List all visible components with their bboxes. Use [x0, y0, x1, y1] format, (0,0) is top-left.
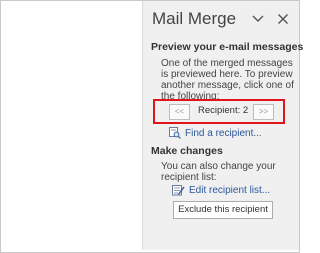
edit-list-icon — [172, 185, 185, 196]
make-changes-heading: Make changes — [151, 145, 223, 157]
edit-recipient-list-label[interactable]: Edit recipient list... — [189, 185, 270, 196]
next-recipient-button[interactable]: >> — [253, 104, 274, 120]
preview-description-line-2: is previewed here. To preview — [161, 69, 293, 80]
chevron-down-icon[interactable] — [250, 11, 266, 27]
edit-recipient-list-link[interactable]: Edit recipient list... — [172, 184, 270, 196]
preview-description-line-3: another message, click one of — [161, 80, 294, 91]
previous-recipient-button[interactable]: << — [169, 104, 190, 120]
changes-description-line-2: recipient list: — [161, 172, 217, 183]
preview-heading: Preview your e-mail messages — [151, 41, 304, 53]
recipient-label: Recipient: 2 — [198, 105, 249, 116]
preview-description-line-1: One of the merged messages — [161, 58, 293, 69]
document-area[interactable] — [1, 1, 142, 250]
changes-description-line-1: You can also change your — [161, 161, 276, 172]
exclude-recipient-button[interactable]: Exclude this recipient — [173, 201, 273, 219]
pane-title: Mail Merge — [152, 9, 237, 28]
find-recipient-link[interactable]: Find a recipient... — [169, 127, 262, 139]
find-recipient-label[interactable]: Find a recipient... — [185, 128, 262, 139]
close-icon[interactable] — [275, 11, 291, 27]
find-recipient-icon — [169, 127, 181, 139]
